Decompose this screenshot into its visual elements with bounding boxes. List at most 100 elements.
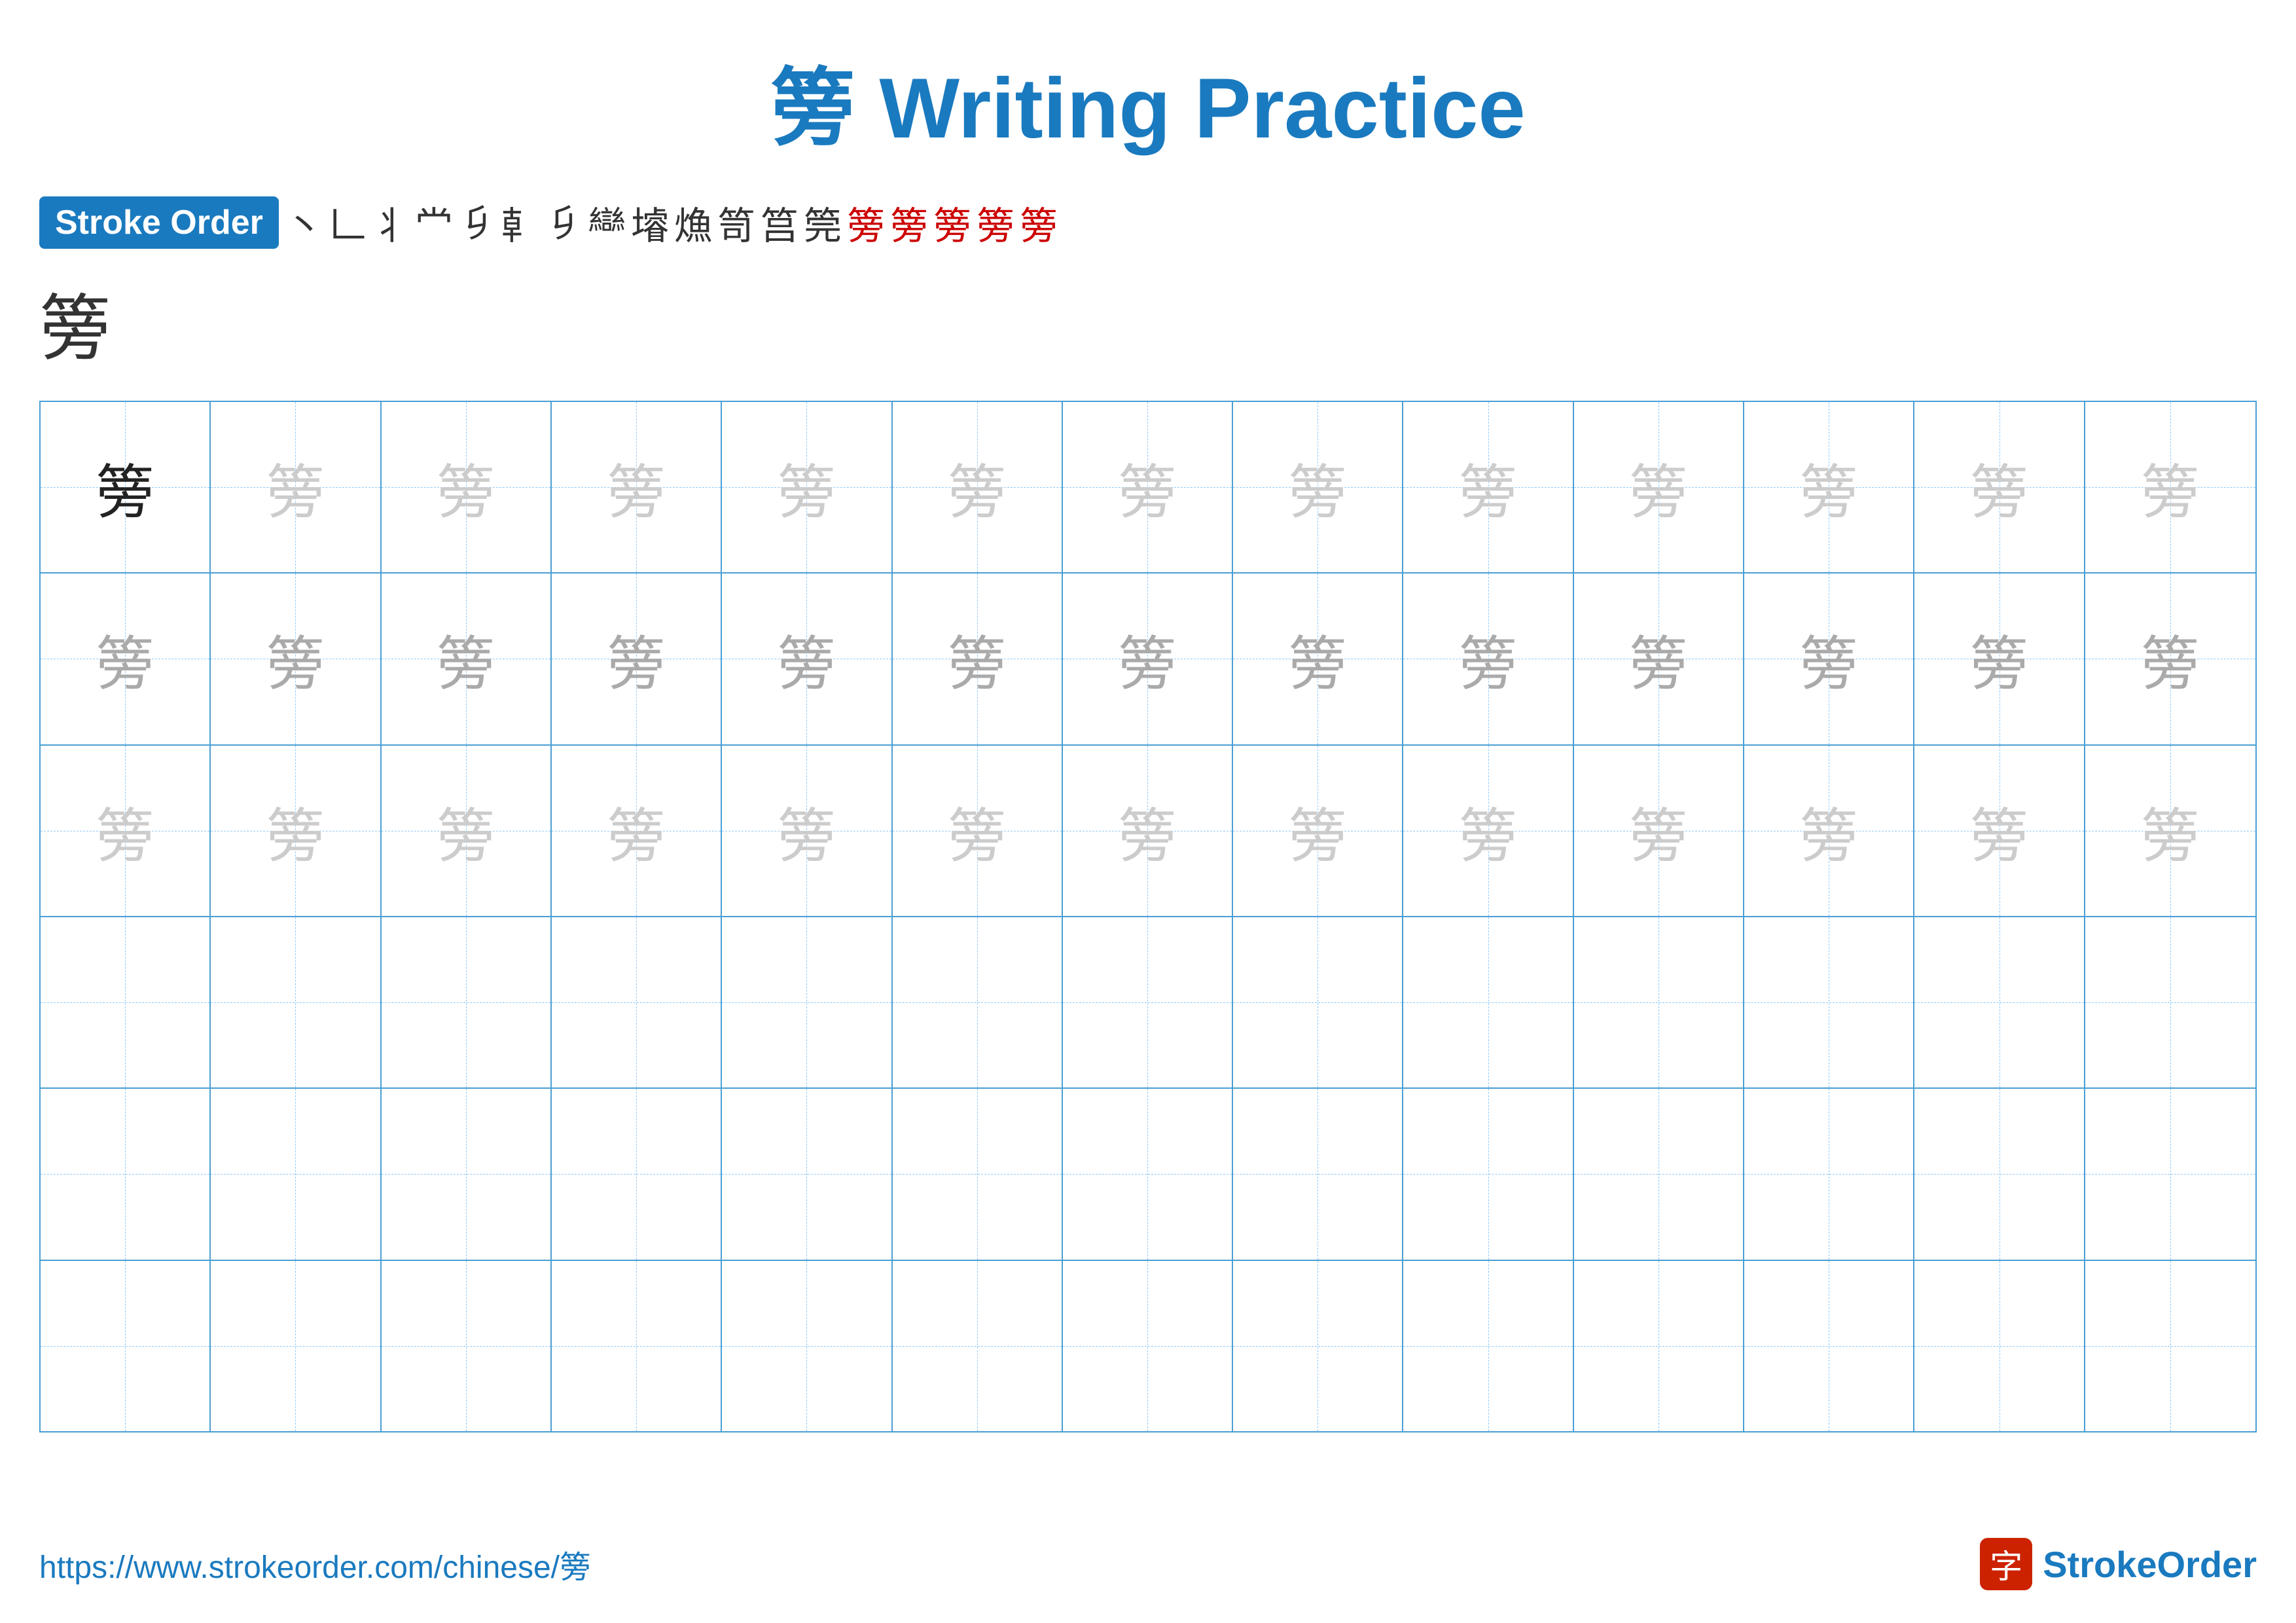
practice-char-light: 篣	[948, 788, 1007, 873]
grid-cell: 篣	[722, 574, 892, 744]
practice-char-light: 篣	[1970, 445, 2029, 530]
grid-cell: 篣	[1574, 746, 1744, 916]
footer-url[interactable]: https://www.strokeorder.com/chinese/篣	[39, 1541, 591, 1587]
grid-cell-empty	[1744, 1089, 1914, 1259]
final-char: 篣	[39, 289, 111, 369]
grid-cell: 篣	[1063, 574, 1233, 744]
stroke-5: 𠂎	[458, 200, 496, 246]
grid-cell: 篣	[893, 574, 1063, 744]
grid-cell-empty	[1744, 917, 1914, 1087]
grid-cell: 篣	[1233, 746, 1403, 916]
practice-char-light: 篣	[1288, 788, 1347, 873]
page-title: 篣 Writing Practice	[0, 0, 2296, 182]
practice-char-light: 篣	[948, 445, 1007, 530]
grid-cell-empty	[1403, 1261, 1573, 1431]
grid-cell-empty	[893, 917, 1063, 1087]
grid-cell: 篣	[2085, 746, 2255, 916]
grid-cell: 篣	[382, 746, 552, 916]
grid-cell-empty	[1233, 917, 1403, 1087]
practice-char-light: 篣	[1118, 788, 1177, 873]
grid-cell-empty	[893, 1261, 1063, 1431]
footer-logo: 字 StrokeOrder	[1980, 1538, 2257, 1590]
practice-char-light: 篣	[437, 788, 495, 873]
stroke-10: 龽	[674, 195, 712, 250]
grid-cell: 篣	[41, 746, 211, 916]
grid-cell-empty	[2085, 917, 2255, 1087]
grid-cell-empty	[382, 1261, 552, 1431]
practice-char-medium: 篣	[607, 616, 666, 701]
grid-cell: 篣	[211, 574, 381, 744]
grid-cell-empty	[1574, 1089, 1744, 1259]
grid-cell-empty	[41, 1089, 211, 1259]
practice-char-medium: 篣	[948, 616, 1007, 701]
grid-row-4	[41, 917, 2255, 1089]
final-char-row: 篣	[0, 263, 2296, 388]
grid-cell: 篣	[1403, 402, 1573, 572]
practice-char-medium: 篣	[1118, 616, 1177, 701]
grid-cell-empty	[41, 1261, 211, 1431]
practice-char-light: 篣	[1970, 788, 2029, 873]
grid-cell-empty	[1403, 1089, 1573, 1259]
practice-char-medium: 篣	[1288, 616, 1347, 701]
stroke-17: 篣	[977, 195, 1014, 250]
grid-cell: 篣	[893, 746, 1063, 916]
stroke-9: 龼	[631, 195, 669, 250]
practice-char-medium: 篣	[1799, 616, 1858, 701]
grid-cell: 篣	[1403, 746, 1573, 916]
stroke-6: 龺	[501, 195, 539, 250]
grid-cell: 篣	[2085, 574, 2255, 744]
stroke-2: 𠃊	[329, 195, 367, 250]
practice-char-light: 篣	[437, 445, 495, 530]
practice-char-light: 篣	[1799, 788, 1858, 873]
grid-row-2: 篣 篣 篣 篣 篣 篣 篣 篣 篣 篣 篣 篣 篣	[41, 574, 2255, 745]
grid-cell-empty	[41, 917, 211, 1087]
practice-char-medium: 篣	[437, 616, 495, 701]
footer-logo-text: StrokeOrder	[2043, 1543, 2257, 1586]
practice-char-light: 篣	[2141, 445, 2200, 530]
practice-char-medium: 篣	[266, 616, 325, 701]
practice-char-medium: 篣	[777, 616, 836, 701]
grid-cell: 篣	[382, 402, 552, 572]
grid-cell-empty	[1063, 1089, 1233, 1259]
stroke-order-section: Stroke Order 丶 𠃊 丬 龸 𠂎 龺 𠂎 龻 龼 龽 笥 筥 筦 篣…	[0, 182, 2296, 263]
grid-row-1: 篣 篣 篣 篣 篣 篣 篣 篣 篣 篣 篣 篣 篣	[41, 402, 2255, 574]
grid-cell: 篣	[1914, 746, 2085, 916]
practice-char-light: 篣	[1459, 788, 1518, 873]
stroke-16: 篣	[933, 195, 971, 250]
stroke-18: 篣	[1020, 195, 1058, 250]
grid-cell-empty	[1914, 1261, 2085, 1431]
grid-cell-empty	[552, 1089, 722, 1259]
grid-cell: 篣	[552, 746, 722, 916]
grid-cell-empty	[211, 1089, 381, 1259]
grid-cell-empty	[1233, 1089, 1403, 1259]
practice-char-light: 篣	[777, 445, 836, 530]
grid-cell-empty	[2085, 1261, 2255, 1431]
grid-cell: 篣	[382, 574, 552, 744]
grid-cell-empty	[722, 1089, 892, 1259]
stroke-1: 丶	[285, 195, 323, 250]
grid-cell-empty	[2085, 1089, 2255, 1259]
grid-cell-empty	[1233, 1261, 1403, 1431]
grid-cell: 篣	[1574, 574, 1744, 744]
grid-cell: 篣	[552, 402, 722, 572]
stroke-13: 筦	[804, 195, 842, 250]
grid-cell: 篣	[41, 402, 211, 572]
grid-cell: 篣	[41, 574, 211, 744]
grid-cell: 篣	[1233, 574, 1403, 744]
practice-grid: 篣 篣 篣 篣 篣 篣 篣 篣 篣 篣 篣 篣 篣 篣 篣 篣 篣 篣 篣 篣 …	[39, 401, 2257, 1432]
practice-char-light: 篣	[1629, 445, 1688, 530]
stroke-14: 篣	[847, 195, 885, 250]
grid-cell-empty	[1914, 1089, 2085, 1259]
practice-char-light: 篣	[266, 788, 325, 873]
grid-cell: 篣	[1744, 574, 1914, 744]
practice-char-light: 篣	[2141, 788, 2200, 873]
stroke-7: 𠂎	[545, 200, 583, 246]
grid-cell: 篣	[1914, 574, 2085, 744]
grid-cell: 篣	[2085, 402, 2255, 572]
grid-cell-empty	[382, 917, 552, 1087]
stroke-15: 篣	[890, 195, 928, 250]
grid-cell: 篣	[552, 574, 722, 744]
grid-cell-empty	[1574, 917, 1744, 1087]
practice-char-light: 篣	[1799, 445, 1858, 530]
practice-char-medium: 篣	[1629, 616, 1688, 701]
